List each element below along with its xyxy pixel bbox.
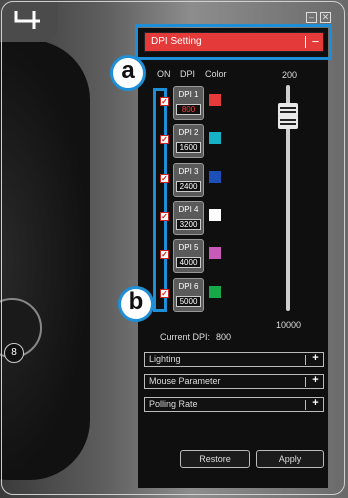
close-icon[interactable]: ✕	[320, 12, 331, 23]
restore-button[interactable]: Restore	[180, 450, 250, 468]
expand-icon[interactable]: +	[308, 352, 323, 364]
dpi-2-color-swatch[interactable]	[209, 132, 221, 144]
dpi-value: 1600	[176, 142, 201, 153]
divider	[305, 400, 306, 410]
checkbox-column-highlight	[153, 88, 167, 312]
divider	[305, 377, 306, 387]
logo-tab	[0, 0, 58, 42]
dpi-slider-thumb-lower[interactable]	[278, 115, 298, 129]
dpi-value: 3200	[176, 219, 201, 230]
section-label: Lighting	[149, 354, 181, 364]
dpi-2-button[interactable]: DPI 2 1600	[173, 124, 204, 158]
dpi-value: 800	[176, 104, 201, 115]
dpi-2-checkbox[interactable]: ✓	[160, 135, 169, 144]
dpi-5-checkbox[interactable]: ✓	[160, 250, 169, 259]
slider-bottom-label: 10000	[276, 320, 302, 330]
column-color: Color	[205, 69, 227, 79]
expand-icon[interactable]: +	[308, 374, 323, 386]
dpi-name: DPI 6	[178, 282, 199, 291]
dpi-4-checkbox[interactable]: ✓	[160, 212, 169, 221]
dpi-value: 4000	[176, 257, 201, 268]
dpi-5-button[interactable]: DPI 5 4000	[173, 239, 204, 273]
dpi-3-button[interactable]: DPI 3 2400	[173, 163, 204, 197]
current-dpi-value: 800	[216, 332, 232, 342]
dpi-1-color-swatch[interactable]	[209, 94, 221, 106]
column-on: ON	[157, 69, 171, 79]
dpi-setting-highlight	[135, 24, 332, 60]
section-mouse-parameter[interactable]: Mouse Parameter +	[144, 374, 324, 389]
app-window: 8 – ✕ DPI Setting − a ON DPI Color ✓ DPI…	[0, 0, 348, 498]
dpi-6-color-swatch[interactable]	[209, 286, 221, 298]
slider-top-label: 200	[282, 70, 298, 80]
section-label: Mouse Parameter	[149, 376, 221, 386]
apply-button[interactable]: Apply	[256, 450, 324, 468]
dpi-6-button[interactable]: DPI 6 5000	[173, 278, 204, 312]
dpi-name: DPI 1	[178, 90, 199, 99]
section-lighting[interactable]: Lighting +	[144, 352, 324, 367]
dpi-name: DPI 4	[178, 205, 199, 214]
current-dpi: Current DPI: 800	[160, 332, 231, 342]
dpi-6-checkbox[interactable]: ✓	[160, 289, 169, 298]
expand-icon[interactable]: +	[308, 397, 323, 409]
dpi-name: DPI 3	[178, 167, 199, 176]
dpi-name: DPI 5	[178, 243, 199, 252]
callout-a: a	[110, 55, 146, 91]
dpi-value: 5000	[176, 296, 201, 307]
dpi-1-button[interactable]: DPI 1 800	[173, 86, 204, 120]
callout-b: b	[118, 286, 154, 322]
divider	[305, 355, 306, 365]
dpi-3-checkbox[interactable]: ✓	[160, 174, 169, 183]
dpi-name: DPI 2	[178, 128, 199, 137]
dpi-4-button[interactable]: DPI 4 3200	[173, 201, 204, 235]
section-label: Polling Rate	[149, 399, 198, 409]
current-dpi-label: Current DPI:	[160, 332, 211, 342]
minimize-icon[interactable]: –	[306, 12, 317, 23]
dpi-value: 2400	[176, 181, 201, 192]
dpi-1-checkbox[interactable]: ✓	[160, 97, 169, 106]
mouse-button-number: 8	[4, 343, 24, 363]
dpi-3-color-swatch[interactable]	[209, 171, 221, 183]
dpi-5-color-swatch[interactable]	[209, 247, 221, 259]
column-dpi: DPI	[180, 69, 196, 79]
section-polling-rate[interactable]: Polling Rate +	[144, 397, 324, 412]
logo-icon	[14, 11, 40, 29]
mouse-image	[0, 40, 90, 480]
dpi-4-color-swatch[interactable]	[209, 209, 221, 221]
